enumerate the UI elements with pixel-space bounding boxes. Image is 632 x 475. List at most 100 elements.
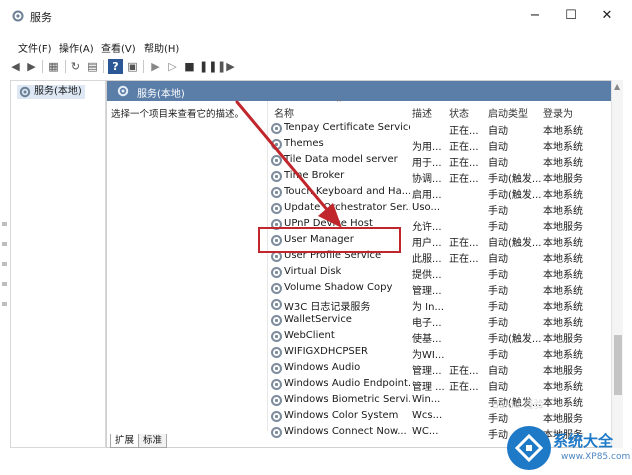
service-gear-icon	[270, 410, 283, 423]
service-row[interactable]: Windows Audio Endpoint... 管理 ... 正在... 自动 本地…	[270, 377, 611, 393]
title-bar: 服务 − ☐ ✕	[0, 0, 632, 32]
service-row[interactable]: WIFIGXDHCPSER 为WI... 手动 本地系统	[270, 345, 611, 361]
description-hint: 选择一个项目来查看它的描述。	[111, 109, 245, 120]
service-gear-icon	[270, 282, 283, 295]
service-startup-cell: 手动	[488, 270, 508, 281]
service-row[interactable]: Update Orchestrator Ser... Uso... 手动 本地系统	[270, 201, 611, 217]
service-row[interactable]: Windows Biometric Servi... Win... 手动(触发...…	[270, 393, 611, 409]
service-name-cell: WalletService	[284, 314, 352, 325]
column-header-logon-as[interactable]: 登录为	[543, 105, 573, 120]
service-startup-cell: 自动	[488, 158, 508, 169]
service-startup-cell: 自动	[488, 382, 508, 393]
service-status-cell: 正在...	[449, 254, 479, 265]
forward-arrow-icon[interactable]: ▶	[24, 59, 39, 74]
service-status-cell: 正在...	[449, 382, 479, 393]
edge-tick	[2, 282, 7, 286]
service-row[interactable]: W3C 日志记录服务 为 In... 手动 本地系统	[270, 297, 611, 313]
service-startup-cell: 手动	[488, 350, 508, 361]
service-logon-cell: 本地系统	[543, 238, 583, 249]
service-name-cell: Time Broker	[284, 170, 345, 181]
service-desc-cell: 用户...	[412, 238, 442, 249]
scroll-thumb[interactable]	[614, 335, 622, 395]
menu-action[interactable]: 操作(A)	[59, 40, 94, 55]
service-startup-cell: 手动(触发...	[488, 190, 542, 201]
sort-ascending-icon: ⌃	[335, 99, 343, 109]
edge-tick	[2, 302, 7, 306]
restart-service-icon[interactable]: ❚▶	[217, 59, 235, 74]
service-desc-cell: 使基...	[412, 334, 442, 345]
service-startup-cell: 自动(触发...	[488, 238, 542, 249]
service-status-cell: 正在...	[449, 158, 479, 169]
refresh-icon[interactable]: ↻	[68, 59, 83, 74]
service-name-cell: WebClient	[284, 330, 335, 341]
service-gear-icon	[270, 314, 283, 327]
start-service-alt-icon[interactable]: ▷	[165, 59, 180, 74]
service-gear-icon	[270, 330, 283, 343]
service-logon-cell: 本地系统	[543, 126, 583, 137]
service-name-cell: WIFIGXDHCPSER	[284, 346, 368, 357]
tree-item-services-local[interactable]: 服务(本地)	[17, 85, 85, 99]
service-gear-icon	[270, 362, 283, 375]
service-row[interactable]: Tile Data model server 用于... 正在... 自动 本地系统	[270, 153, 611, 169]
service-row[interactable]: WebClient 使基... 手动(触发... 本地服务	[270, 329, 611, 345]
service-logon-cell: 本地系统	[543, 302, 583, 313]
xp85-logo-icon	[507, 426, 551, 470]
maximize-button[interactable]: ☐	[556, 6, 586, 26]
service-startup-cell: 手动	[488, 318, 508, 329]
start-service-icon[interactable]: ▶	[148, 59, 163, 74]
service-row[interactable]: Virtual Disk 提供... 手动 本地系统	[270, 265, 611, 281]
column-header-status[interactable]: 状态	[449, 105, 469, 120]
edge-tick	[2, 262, 7, 266]
export-list-icon[interactable]: ▤	[85, 59, 100, 74]
stop-service-icon[interactable]: ■	[182, 59, 197, 74]
service-row[interactable]: Themes 为用... 正在... 自动 本地系统	[270, 137, 611, 153]
service-row[interactable]: Tenpay Certificate Service 正在... 自动 本地系统	[270, 121, 611, 137]
help-icon[interactable]: ?	[108, 59, 123, 74]
close-button[interactable]: ✕	[592, 6, 622, 26]
tab-standard[interactable]: 标准	[138, 434, 168, 448]
service-gear-icon	[270, 378, 283, 391]
column-header-name[interactable]: 名称	[274, 105, 294, 120]
service-name-cell: Tenpay Certificate Service	[284, 122, 410, 133]
service-row[interactable]: Time Broker 协调... 正在... 手动(触发... 本地服务	[270, 169, 611, 185]
service-logon-cell: 本地系统	[543, 142, 583, 153]
toolbar-separator	[143, 60, 144, 73]
service-status-cell: 正在...	[449, 238, 479, 249]
menu-help[interactable]: 帮助(H)	[144, 40, 179, 55]
service-gear-icon	[270, 346, 283, 359]
service-name-cell: Windows Audio	[284, 362, 361, 373]
pane-header: 服务(本地)	[107, 81, 611, 101]
service-logon-cell: 本地服务	[543, 366, 583, 377]
menu-view[interactable]: 查看(V)	[101, 40, 136, 55]
service-row[interactable]: Windows Audio 管理... 正在... 自动 本地服务	[270, 361, 611, 377]
back-arrow-icon[interactable]: ◀	[8, 59, 23, 74]
tab-extended[interactable]: 扩展	[110, 434, 140, 448]
minimize-button[interactable]: −	[520, 6, 550, 26]
service-row[interactable]: Volume Shadow Copy 管理... 手动 本地系统	[270, 281, 611, 297]
column-header-description[interactable]: 描述	[412, 105, 432, 120]
service-name-cell: Virtual Disk	[284, 266, 342, 277]
service-desc-cell: 为 In...	[412, 302, 445, 313]
service-desc-cell: Uso...	[412, 202, 441, 213]
properties-pane-icon[interactable]: ▣	[125, 59, 140, 74]
service-logon-cell: 本地系统	[543, 350, 583, 361]
service-desc-cell: WC...	[412, 426, 439, 437]
service-logon-cell: 本地服务	[543, 222, 583, 233]
service-status-cell: 正在...	[449, 366, 479, 377]
service-name-cell: Windows Biometric Servi...	[284, 394, 410, 405]
service-gear-icon	[270, 266, 283, 279]
column-header-startup-type[interactable]: 启动类型	[488, 105, 528, 120]
service-startup-cell: 手动	[488, 302, 508, 313]
pause-service-icon[interactable]: ❚❚	[199, 59, 217, 74]
service-row[interactable]: Touch Keyboard and Ha... 启用... 手动(触发... 本地系…	[270, 185, 611, 201]
vertical-scrollbar[interactable]: ▲	[611, 80, 623, 448]
scroll-up-arrow-icon[interactable]: ▲	[614, 82, 620, 91]
toolbar-separator	[65, 60, 66, 73]
console-tree-pane: 服务(本地)	[10, 80, 106, 448]
service-status-cell: 正在...	[449, 174, 479, 185]
console-tree-icon[interactable]: ▦	[46, 59, 61, 74]
service-logon-cell: 本地服务	[543, 334, 583, 345]
service-startup-cell: 手动	[488, 286, 508, 297]
menu-file[interactable]: 文件(F)	[18, 40, 52, 55]
service-row[interactable]: WalletService 电子... 手动 本地系统	[270, 313, 611, 329]
